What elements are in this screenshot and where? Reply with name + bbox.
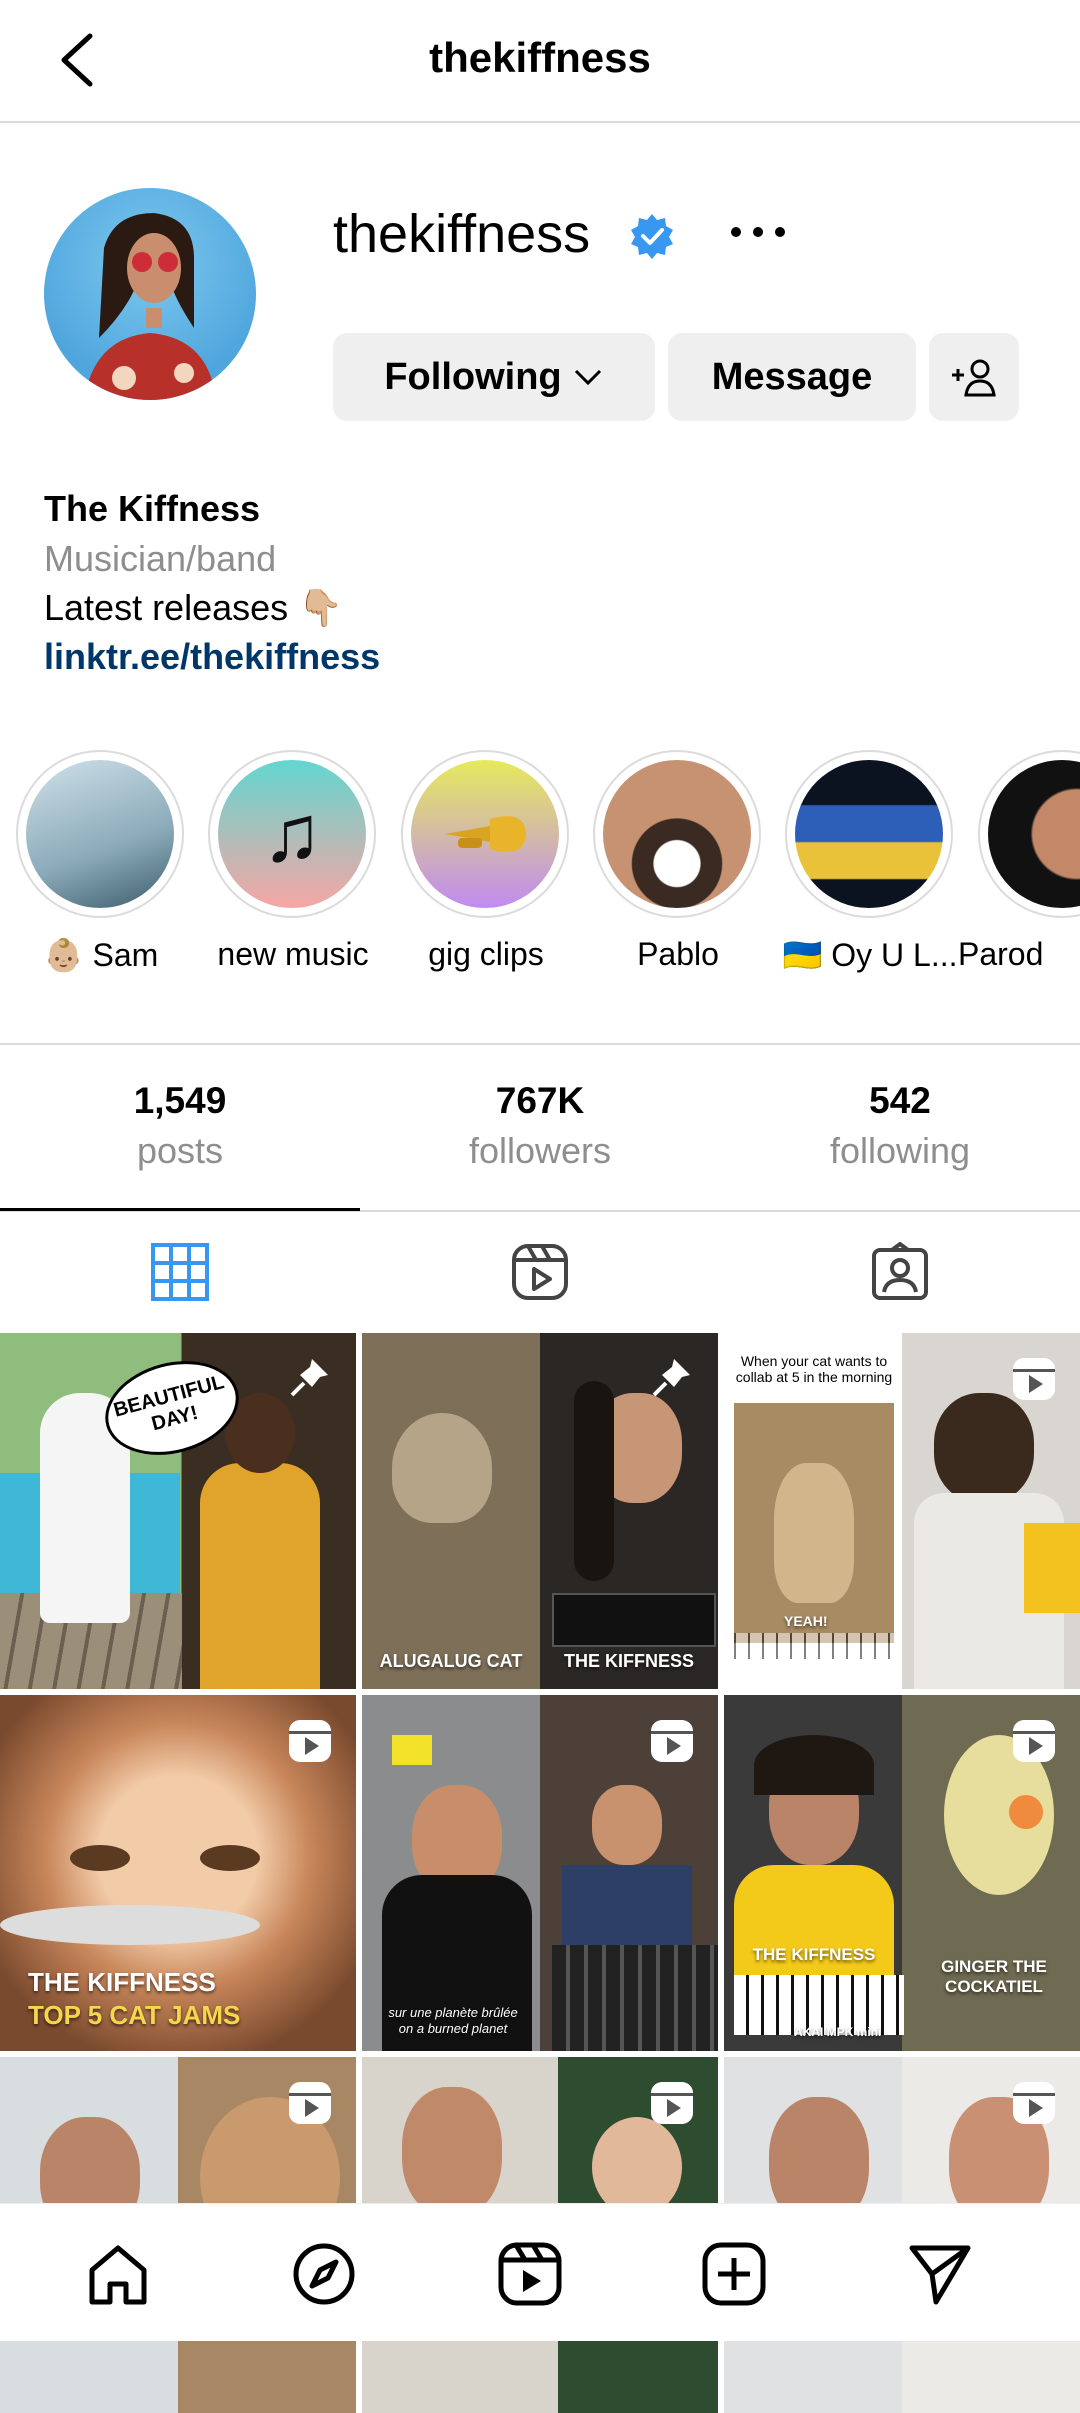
music-note-icon: ♫ xyxy=(262,789,322,878)
add-user-icon xyxy=(952,359,996,397)
post-caption: THE KIFFNESS xyxy=(752,1945,876,1964)
home-icon[interactable] xyxy=(84,2240,152,2308)
bio-text: Latest releases 👇🏼 xyxy=(44,587,343,628)
highlight-sam[interactable]: 👶🏼 Sam xyxy=(16,750,186,973)
post-thumbnail[interactable]: BEAUTIFUL DAY! xyxy=(0,1333,356,1689)
pin-icon xyxy=(652,1359,690,1397)
reel-badge-icon xyxy=(651,1720,693,1762)
post-thumbnail[interactable]: When your cat wants to collab at 5 in th… xyxy=(724,1333,1080,1689)
reel-badge-icon xyxy=(651,2082,693,2124)
stat-label: posts xyxy=(136,1130,224,1171)
bio-name: The Kiffness xyxy=(44,488,261,529)
reel-badge-icon xyxy=(1013,1720,1055,1762)
reel-badge-icon xyxy=(1013,1358,1055,1400)
reel-badge-icon xyxy=(289,2082,331,2124)
highlight-oy-u-l[interactable]: 🇺🇦 Oy U L... xyxy=(783,750,957,973)
post-thumbnail[interactable]: ALUGALUG CAT THE KIFFNESS xyxy=(362,1333,718,1689)
message-button[interactable]: Message xyxy=(668,333,916,421)
post-thumbnail[interactable]: THE KIFFNESS TOP 5 CAT JAMS xyxy=(0,1695,356,2051)
reel-badge-icon xyxy=(1013,2082,1055,2124)
highlight-label: 🇺🇦 Oy U L... xyxy=(782,937,958,973)
stat-label: following xyxy=(829,1130,971,1171)
following-button[interactable]: Following xyxy=(333,333,655,421)
reels-nav-icon[interactable] xyxy=(496,2240,564,2308)
direct-icon[interactable] xyxy=(906,2240,974,2308)
tagged-icon[interactable] xyxy=(870,1242,930,1302)
explore-icon[interactable] xyxy=(290,2240,358,2308)
profile-username: thekiffness xyxy=(333,204,591,264)
active-tab-indicator xyxy=(0,1208,360,1211)
following-label: Following xyxy=(384,355,562,398)
stat-following[interactable]: 542 following xyxy=(720,1080,1080,1172)
chevron-down-icon xyxy=(574,369,601,386)
post-caption: YEAH! xyxy=(784,1613,828,1629)
post-caption: THE KIFFNESS xyxy=(563,1651,694,1671)
highlight-new-music[interactable]: ♫ new music xyxy=(208,750,378,972)
pin-icon xyxy=(290,1359,328,1397)
bio-category: Musician/band xyxy=(44,538,277,579)
highlight-pablo[interactable]: Pablo xyxy=(593,750,763,972)
post-thumbnail[interactable]: sur une planète brûlée on a burned plane… xyxy=(362,1695,718,2051)
avatar[interactable] xyxy=(44,188,256,400)
post-thumbnail[interactable]: THE KIFFNESS GINGER THE COCKATIEL AKAI M… xyxy=(724,1695,1080,2051)
stat-followers[interactable]: 767K followers xyxy=(360,1080,720,1172)
reel-badge-icon xyxy=(289,1720,331,1762)
bio-link[interactable]: linktr.ee/thekiffness xyxy=(44,636,380,678)
reels-icon[interactable] xyxy=(510,1242,570,1302)
stat-value: 542 xyxy=(869,1080,931,1121)
post-caption: AKAI MPK mini xyxy=(794,2025,882,2039)
highlight-gig-clips[interactable]: gig clips xyxy=(401,750,571,972)
post-caption: on a burned planet xyxy=(398,2021,508,2036)
post-caption: GINGER THE COCKATIEL xyxy=(941,1957,1047,1996)
add-user-button[interactable] xyxy=(929,333,1019,421)
highlight-parody[interactable]: Parod xyxy=(958,750,1080,972)
post-caption: THE KIFFNESS xyxy=(28,1967,216,1997)
top-bar: thekiffness xyxy=(0,0,1080,123)
verified-badge-icon xyxy=(631,214,673,259)
post-caption: sur une planète brûlée xyxy=(388,2005,518,2020)
stat-value: 1,549 xyxy=(133,1080,227,1121)
divider xyxy=(0,1043,1080,1045)
stat-value: 767K xyxy=(495,1080,585,1121)
post-caption: ALUGALUG CAT xyxy=(379,1651,523,1671)
stat-label: followers xyxy=(468,1130,612,1171)
highlight-label: Parod xyxy=(958,936,1044,972)
more-options-icon[interactable] xyxy=(726,216,790,248)
trumpet-icon xyxy=(445,816,526,852)
post-caption: TOP 5 CAT JAMS xyxy=(28,2000,241,2030)
stat-posts[interactable]: 1,549 posts xyxy=(0,1080,360,1172)
bottom-nav xyxy=(0,2203,1080,2341)
create-icon[interactable] xyxy=(700,2240,768,2308)
page-title: thekiffness xyxy=(429,34,651,81)
message-label: Message xyxy=(711,355,873,398)
grid-icon[interactable] xyxy=(150,1242,210,1302)
post-caption: When your cat wants to collab at 5 in th… xyxy=(735,1353,893,1385)
